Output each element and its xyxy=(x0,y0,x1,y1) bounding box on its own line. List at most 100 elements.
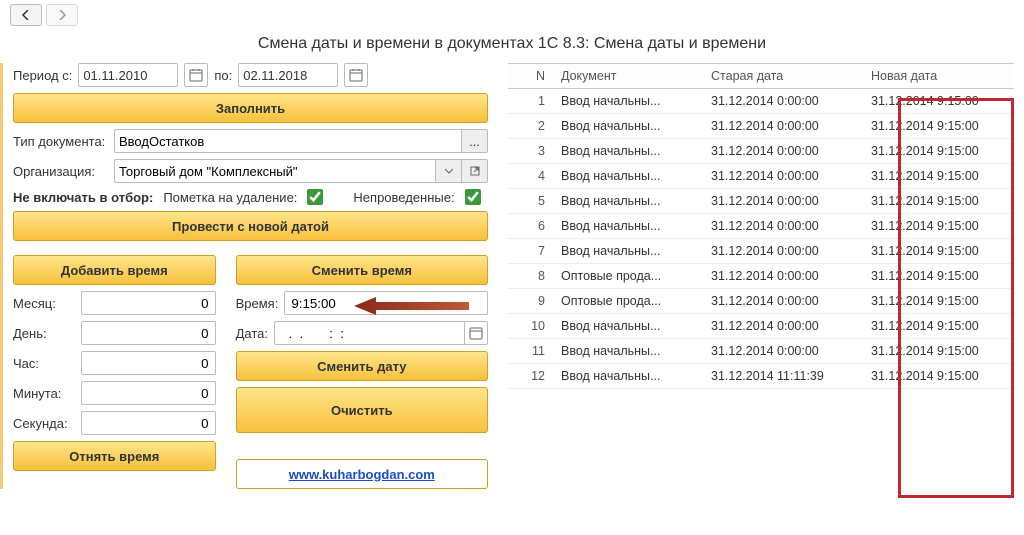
table-row[interactable]: 3Ввод начальны...31.12.2014 0:00:0031.12… xyxy=(508,139,1014,164)
cell-n: 6 xyxy=(508,214,553,239)
cell-new: 31.12.2014 9:15:00 xyxy=(863,364,1014,389)
cell-doc: Ввод начальны... xyxy=(553,314,703,339)
org-label: Организация: xyxy=(13,164,108,179)
calendar-to-button[interactable] xyxy=(344,63,368,87)
cell-new: 31.12.2014 9:15:00 xyxy=(863,164,1014,189)
org-input[interactable] xyxy=(114,159,436,183)
month-input[interactable] xyxy=(81,291,216,315)
site-link[interactable]: www.kuharbogdan.com xyxy=(289,467,435,482)
cell-doc: Ввод начальны... xyxy=(553,164,703,189)
table-row[interactable]: 8Оптовые прода...31.12.2014 0:00:0031.12… xyxy=(508,264,1014,289)
day-label: День: xyxy=(13,326,47,341)
cell-old: 31.12.2014 11:11:39 xyxy=(703,364,863,389)
fill-button[interactable]: Заполнить xyxy=(13,93,488,123)
cell-n: 8 xyxy=(508,264,553,289)
mark-del-checkbox[interactable] xyxy=(307,189,323,205)
table-row[interactable]: 7Ввод начальны...31.12.2014 0:00:0031.12… xyxy=(508,239,1014,264)
cell-doc: Ввод начальны... xyxy=(553,189,703,214)
second-label: Секунда: xyxy=(13,416,68,431)
cell-old: 31.12.2014 0:00:00 xyxy=(703,214,863,239)
add-time-button[interactable]: Добавить время xyxy=(13,255,216,285)
time-input[interactable] xyxy=(284,291,488,315)
calendar-icon xyxy=(469,326,483,340)
cell-old: 31.12.2014 0:00:00 xyxy=(703,139,863,164)
minute-input[interactable] xyxy=(81,381,216,405)
month-label: Месяц: xyxy=(13,296,56,311)
table-row[interactable]: 5Ввод начальны...31.12.2014 0:00:0031.12… xyxy=(508,189,1014,214)
cell-n: 3 xyxy=(508,139,553,164)
link-box: www.kuharbogdan.com xyxy=(236,459,488,489)
unposted-checkbox[interactable] xyxy=(465,189,481,205)
doc-type-select-button[interactable]: ... xyxy=(462,129,488,153)
period-row: Период с: 01.11.2010 по: 02.11.2018 xyxy=(13,63,488,87)
cell-new: 31.12.2014 9:15:00 xyxy=(863,139,1014,164)
table-row[interactable]: 10Ввод начальны...31.12.2014 0:00:0031.1… xyxy=(508,314,1014,339)
cell-new: 31.12.2014 9:15:00 xyxy=(863,189,1014,214)
day-input[interactable] xyxy=(81,321,216,345)
col-new[interactable]: Новая дата xyxy=(863,64,1014,89)
cell-n: 4 xyxy=(508,164,553,189)
cell-old: 31.12.2014 0:00:00 xyxy=(703,114,863,139)
table-row[interactable]: 9Оптовые прода...31.12.2014 0:00:0031.12… xyxy=(508,289,1014,314)
period-from-label: Период с: xyxy=(13,68,72,83)
cell-old: 31.12.2014 0:00:00 xyxy=(703,339,863,364)
time-label: Время: xyxy=(236,296,279,311)
second-input[interactable] xyxy=(81,411,216,435)
arrow-right-icon xyxy=(57,10,67,20)
calendar-icon xyxy=(189,68,203,82)
subtract-time-button[interactable]: Отнять время xyxy=(13,441,216,471)
exclude-label: Не включать в отбор: xyxy=(13,190,153,205)
hour-label: Час: xyxy=(13,356,39,371)
cell-n: 7 xyxy=(508,239,553,264)
arrow-left-icon xyxy=(21,10,31,20)
cell-old: 31.12.2014 0:00:00 xyxy=(703,164,863,189)
period-to-input[interactable]: 02.11.2018 xyxy=(238,63,338,87)
table-row[interactable]: 1Ввод начальны...31.12.2014 0:00:0031.12… xyxy=(508,89,1014,114)
cell-old: 31.12.2014 0:00:00 xyxy=(703,239,863,264)
cell-new: 31.12.2014 9:15:00 xyxy=(863,314,1014,339)
table-row[interactable]: 6Ввод начальны...31.12.2014 0:00:0031.12… xyxy=(508,214,1014,239)
cell-n: 1 xyxy=(508,89,553,114)
calendar-date-button[interactable] xyxy=(464,321,488,345)
org-dropdown-button[interactable] xyxy=(436,159,462,183)
mark-del-label: Пометка на удаление: xyxy=(163,190,297,205)
period-from-input[interactable]: 01.11.2010 xyxy=(78,63,178,87)
date-label: Дата: xyxy=(236,326,268,341)
table-row[interactable]: 12Ввод начальны...31.12.2014 11:11:3931.… xyxy=(508,364,1014,389)
cell-old: 31.12.2014 0:00:00 xyxy=(703,189,863,214)
minute-label: Минута: xyxy=(13,386,61,401)
process-new-date-button[interactable]: Провести с новой датой xyxy=(13,211,488,241)
table-row[interactable]: 4Ввод начальны...31.12.2014 0:00:0031.12… xyxy=(508,164,1014,189)
table-row[interactable]: 2Ввод начальны...31.12.2014 0:00:0031.12… xyxy=(508,114,1014,139)
open-icon xyxy=(470,166,480,176)
calendar-icon xyxy=(349,68,363,82)
table-row[interactable]: 11Ввод начальны...31.12.2014 0:00:0031.1… xyxy=(508,339,1014,364)
cell-doc: Ввод начальны... xyxy=(553,89,703,114)
col-old[interactable]: Старая дата xyxy=(703,64,863,89)
org-open-button[interactable] xyxy=(462,159,488,183)
cell-new: 31.12.2014 9:15:00 xyxy=(863,264,1014,289)
change-date-button[interactable]: Сменить дату xyxy=(236,351,488,381)
cell-doc: Ввод начальны... xyxy=(553,364,703,389)
cell-doc: Ввод начальны... xyxy=(553,214,703,239)
cell-doc: Оптовые прода... xyxy=(553,264,703,289)
doc-type-label: Тип документа: xyxy=(13,134,108,149)
col-n[interactable]: N xyxy=(508,64,553,89)
col-doc[interactable]: Документ xyxy=(553,64,703,89)
cell-n: 9 xyxy=(508,289,553,314)
doc-type-input[interactable] xyxy=(114,129,462,153)
change-time-button[interactable]: Сменить время xyxy=(236,255,488,285)
back-button[interactable] xyxy=(10,4,42,26)
calendar-from-button[interactable] xyxy=(184,63,208,87)
cell-old: 31.12.2014 0:00:00 xyxy=(703,314,863,339)
hour-input[interactable] xyxy=(81,351,216,375)
cell-new: 31.12.2014 9:15:00 xyxy=(863,89,1014,114)
date-input[interactable] xyxy=(274,321,464,345)
clear-button[interactable]: Очистить xyxy=(236,387,488,433)
documents-table: N Документ Старая дата Новая дата 1Ввод … xyxy=(508,63,1014,389)
cell-n: 12 xyxy=(508,364,553,389)
cell-doc: Ввод начальны... xyxy=(553,339,703,364)
forward-button[interactable] xyxy=(46,4,78,26)
cell-n: 2 xyxy=(508,114,553,139)
cell-doc: Ввод начальны... xyxy=(553,139,703,164)
